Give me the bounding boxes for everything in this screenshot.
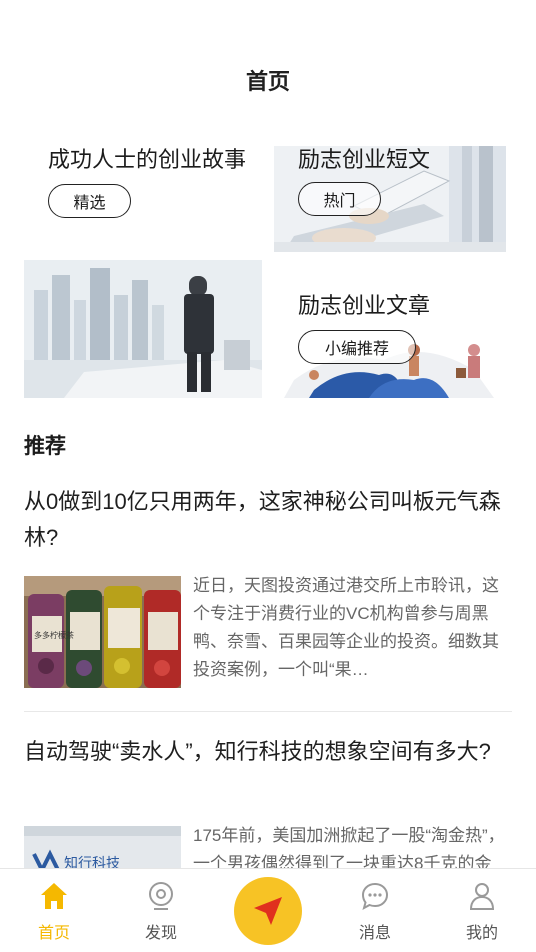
home-icon (41, 883, 67, 909)
thumb-label: 多多柠檬茶 (34, 630, 74, 640)
category-title: 励志创业文章 (298, 293, 431, 318)
article-item[interactable]: 从0做到10亿只用两年，这家神秘公司叫板元气森林? 多多柠檬茶 近日，天图投资通… (24, 484, 514, 688)
section-title: 推荐 (24, 435, 66, 458)
article-title: 从0做到10亿只用两年，这家神秘公司叫板元气森林? (24, 489, 501, 550)
message-icon (361, 882, 389, 911)
category-tag[interactable]: 精选 (48, 184, 131, 218)
tab-label: 首页 (37, 925, 70, 942)
header: 首页 (0, 0, 536, 120)
tab-home[interactable]: 首页 (14, 869, 94, 952)
category-tag[interactable]: 小编推荐 (298, 330, 416, 364)
category-card-businessman[interactable] (24, 260, 262, 398)
article-summary: 近日，天图投资通过港交所上市聆讯，这个专注于消费行业的VC机构曾参与周黑鸭、奈雪… (193, 576, 499, 679)
tab-label: 消息 (358, 925, 391, 942)
article-title: 自动驾驶“卖水人”，知行科技的想象空间有多大? (24, 739, 491, 764)
page-title: 首页 (245, 69, 290, 94)
send-icon (254, 897, 282, 925)
tab-label: 发现 (144, 925, 177, 942)
article-thumbnail: 多多柠檬茶 (24, 576, 181, 688)
tab-message[interactable]: 消息 (335, 869, 415, 952)
tab-profile[interactable]: 我的 (442, 869, 522, 952)
category-tag[interactable]: 热门 (298, 182, 381, 216)
businessman-office-image (24, 260, 262, 398)
center-send-button[interactable] (234, 877, 302, 945)
category-card-startup-stories[interactable]: 成功人士的创业故事 精选 (24, 130, 264, 248)
article-item[interactable]: 自动驾驶“卖水人”，知行科技的想象空间有多大? 知行科技 175年前，美国加洲掀… (24, 734, 514, 938)
tab-label: 我的 (465, 925, 498, 942)
article-body: 多多柠檬茶 近日，天图投资通过港交所上市聆讯，这个专注于消费行业的VC机构曾参与… (24, 576, 514, 688)
discover-icon (149, 882, 173, 910)
tab-discover[interactable]: 发现 (121, 869, 201, 952)
profile-icon (469, 883, 495, 910)
category-card-short-essays[interactable]: 励志创业短文 热门 (274, 146, 506, 252)
lemon-tea-bottles-image: 多多柠檬茶 (24, 576, 181, 688)
category-title: 励志创业短文 (298, 147, 431, 172)
divider (24, 711, 512, 712)
category-title: 成功人士的创业故事 (48, 147, 247, 172)
category-card-articles[interactable]: 励志创业文章 小编推荐 (274, 280, 506, 398)
